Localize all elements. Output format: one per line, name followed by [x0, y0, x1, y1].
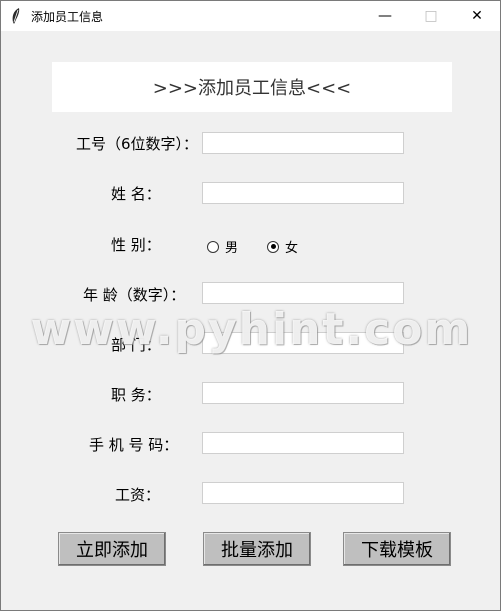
add-now-button[interactable]: 立即添加: [58, 532, 166, 566]
position-input[interactable]: [202, 382, 404, 404]
minimize-icon: —: [378, 8, 392, 24]
gender-option-female[interactable]: 女: [267, 237, 298, 256]
age-label: 年 龄（数字）：: [83, 286, 186, 304]
app-window: 添加员工信息 — □ ✕ >>>添加员工信息<<< 工号（6位数字）： 姓 名：…: [0, 0, 501, 611]
name-input[interactable]: [202, 182, 404, 204]
salary-input[interactable]: [202, 482, 404, 504]
maximize-button[interactable]: □: [408, 1, 454, 31]
position-label: 职 务：: [111, 386, 161, 404]
phone-label: 手 机 号 码：: [89, 436, 179, 454]
phone-input[interactable]: [202, 432, 404, 454]
age-input[interactable]: [202, 282, 404, 304]
department-input[interactable]: [202, 332, 404, 354]
gender-option-label: 男: [225, 241, 239, 256]
page-banner: >>>添加员工信息<<<: [52, 62, 452, 112]
radio-unchecked-icon: [207, 240, 219, 253]
close-button[interactable]: ✕: [454, 1, 500, 31]
emp-id-input[interactable]: [202, 132, 404, 154]
batch-add-button[interactable]: 批量添加: [203, 532, 311, 566]
title-bar: 添加员工信息 — □ ✕: [1, 1, 500, 31]
emp-id-label: 工号（6位数字）：: [76, 135, 199, 153]
minimize-button[interactable]: —: [362, 1, 408, 31]
maximize-icon: □: [424, 8, 438, 24]
salary-label: 工资：: [115, 486, 161, 504]
close-icon: ✕: [471, 8, 483, 24]
radio-checked-icon: [267, 240, 279, 253]
department-label: 部 门：: [111, 336, 161, 354]
download-template-button[interactable]: 下载模板: [343, 532, 451, 566]
feather-icon: [12, 8, 20, 24]
gender-option-label: 女: [285, 241, 299, 256]
gender-option-male[interactable]: 男: [207, 237, 238, 256]
gender-label: 性 别：: [111, 236, 161, 254]
name-label: 姓 名：: [111, 185, 161, 203]
window-title: 添加员工信息: [31, 10, 104, 24]
